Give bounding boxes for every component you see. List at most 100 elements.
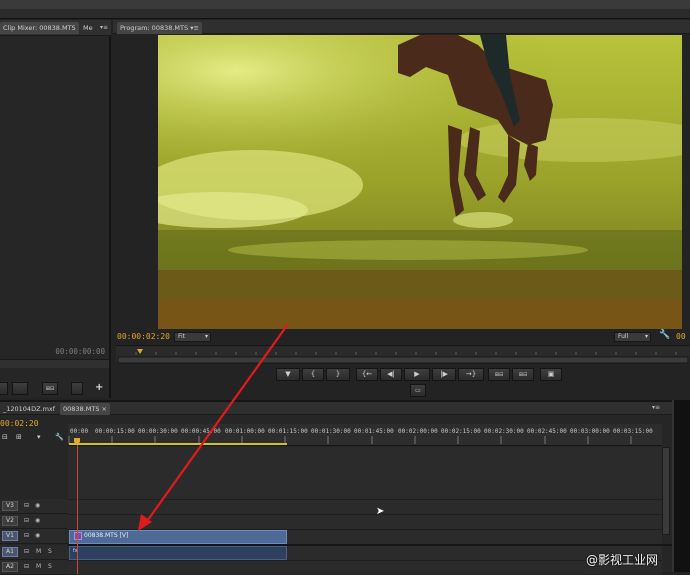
track-a1[interactable]: A1 ⊟ M S	[0, 545, 68, 560]
solo-button[interactable]: S	[48, 548, 52, 555]
ruler-label-2: 00:00:30:00	[138, 428, 178, 435]
ruler-label-12: 00:03:00:00	[570, 428, 610, 435]
watermark: @影视工业网	[586, 551, 658, 568]
timeline-settings-icon[interactable]: 🔧	[55, 433, 64, 441]
track-name-a1[interactable]: A1	[2, 547, 18, 557]
zoom-value: Fit	[178, 333, 186, 340]
sequence-tab-label: 00838.MTS	[63, 405, 100, 413]
mark-in-button[interactable]: {	[302, 368, 324, 381]
source-timecode: 00:00:00:00	[55, 347, 105, 356]
ruler-label-4: 00:01:00:00	[225, 428, 265, 435]
sync-lock-icon[interactable]: ⊟	[24, 532, 29, 539]
tab-metadata[interactable]: Me	[80, 22, 96, 34]
linked-selection-icon[interactable]: ⊞	[16, 433, 22, 441]
ruler-label-10: 00:02:30:00	[484, 428, 524, 435]
panel-menu-icon[interactable]: ▾≡	[100, 24, 108, 31]
mouse-cursor-icon: ➤	[376, 506, 385, 517]
eye-icon[interactable]: ◉	[35, 517, 40, 524]
source-button-3[interactable]: ⊞⊟	[42, 382, 58, 395]
timeline-tools: ⊟ ⊞ ▾ 🔧	[0, 433, 68, 445]
program-current-timecode[interactable]: 00:00:02:20	[117, 332, 170, 341]
ruler-label-3: 00:00:45:00	[181, 428, 221, 435]
ruler-label-1: 00:00:15:00	[95, 428, 135, 435]
resolution-value: Full	[618, 333, 629, 340]
tab-clip-mixer[interactable]: Clip Mixer: 00838.MTS	[0, 22, 79, 34]
track-divider	[68, 560, 662, 561]
timeline-playhead-line[interactable]	[77, 445, 78, 574]
chevron-down-icon: ▾	[644, 333, 648, 340]
clip-label: 00838.MTS [V]	[84, 532, 129, 539]
tab-program[interactable]: Program: 00838.MTS ▾≡	[117, 22, 202, 34]
ruler-label-0: 00:00	[70, 428, 89, 435]
ruler-label-11: 00:02:45:00	[527, 428, 567, 435]
eye-icon[interactable]: ◉	[35, 502, 40, 509]
tab-sequence-2[interactable]: 00838.MTS ×	[60, 403, 110, 415]
track-name-v1[interactable]: V1	[2, 531, 18, 541]
mute-button[interactable]: M	[36, 563, 41, 570]
play-button[interactable]: ▶	[404, 368, 430, 381]
resolution-select[interactable]: Full ▾	[614, 332, 651, 342]
source-button-2[interactable]	[12, 382, 28, 395]
source-button-4[interactable]	[71, 382, 83, 395]
ruler-label-5: 00:01:15:00	[268, 428, 308, 435]
fx-badge	[74, 532, 82, 540]
video-clip[interactable]: 00838.MTS [V]	[69, 530, 287, 544]
program-scrubber[interactable]	[116, 345, 690, 364]
add-button-icon[interactable]: +	[95, 382, 103, 393]
mark-out-button[interactable]: }	[326, 368, 350, 381]
video-frame	[158, 35, 682, 329]
track-v1[interactable]: V1 ⊟ ◉	[0, 529, 68, 544]
track-v3[interactable]: V3 ⊟ ◉	[0, 499, 68, 514]
go-to-in-button[interactable]: {←	[356, 368, 378, 381]
zoom-select[interactable]: Fit ▾	[174, 332, 211, 342]
close-icon[interactable]: ×	[102, 405, 107, 413]
wrench-icon[interactable]: 🔧	[659, 330, 670, 340]
tab-menu-icon[interactable]: ▾≡	[190, 24, 199, 32]
track-name-v2[interactable]: V2	[2, 516, 18, 526]
add-marker-icon[interactable]: ▾	[37, 433, 41, 441]
button-editor-button[interactable]: ▭	[410, 384, 426, 397]
audio-clip[interactable]: fx	[69, 546, 287, 560]
program-header: Program: 00838.MTS ▾≡	[113, 20, 690, 34]
step-back-button[interactable]: ◀|	[380, 368, 402, 381]
timeline-header: _120104DZ.mxf 00838.MTS × ▾≡	[0, 402, 672, 415]
timeline-current-timecode[interactable]: 00:02:20	[0, 419, 39, 428]
sync-lock-icon[interactable]: ⊟	[24, 548, 29, 555]
overwrite-button[interactable]: ⊞⊟	[512, 368, 534, 381]
program-monitor: Program: 00838.MTS ▾≡ 00:00:02:20 Fit ▾ …	[113, 20, 690, 398]
source-panel: Clip Mixer: 00838.MTS Me ▾≡ 00:00:00:00 …	[0, 20, 111, 398]
work-area-bar[interactable]	[69, 443, 287, 445]
program-tab-label: Program: 00838.MTS	[120, 24, 189, 32]
playhead-marker[interactable]	[137, 349, 143, 354]
ruler-label-7: 00:01:45:00	[354, 428, 394, 435]
ruler-label-6: 00:01:30:00	[311, 428, 351, 435]
program-duration: 00	[676, 332, 686, 341]
source-button-1[interactable]	[0, 382, 8, 395]
solo-button[interactable]: S	[48, 563, 52, 570]
top-bar	[0, 0, 690, 19]
watermark-text: @影视工业网	[586, 553, 659, 567]
panel-menu-icon[interactable]: ▾≡	[652, 404, 660, 411]
transport-bar: ▼ { } {← ◀| ▶ |▶ →} ⊞⊟ ⊞⊟ ▣ ▭	[276, 367, 566, 397]
step-forward-button[interactable]: |▶	[432, 368, 456, 381]
source-scrubber[interactable]	[0, 359, 109, 368]
sync-lock-icon[interactable]: ⊟	[24, 517, 29, 524]
right-panel-edge	[672, 400, 690, 572]
track-name-a2[interactable]: A2	[2, 562, 18, 572]
track-name-v3[interactable]: V3	[2, 501, 18, 511]
eye-icon[interactable]: ◉	[35, 532, 40, 539]
track-v2[interactable]: V2 ⊟ ◉	[0, 514, 68, 529]
snap-icon[interactable]: ⊟	[2, 433, 8, 441]
mute-button[interactable]: M	[36, 548, 41, 555]
chevron-down-icon: ▾	[204, 333, 208, 340]
track-a2[interactable]: A2 ⊟ M S	[0, 560, 68, 575]
export-frame-button[interactable]: ▣	[540, 368, 562, 381]
go-to-out-button[interactable]: →}	[458, 368, 484, 381]
tab-sequence-1[interactable]: _120104DZ.mxf	[0, 403, 58, 415]
add-marker-button[interactable]: ▼	[276, 368, 300, 381]
track-divider	[68, 514, 662, 515]
sync-lock-icon[interactable]: ⊟	[24, 502, 29, 509]
insert-button[interactable]: ⊞⊟	[488, 368, 510, 381]
sync-lock-icon[interactable]: ⊟	[24, 563, 29, 570]
vertical-scrollbar[interactable]	[662, 447, 670, 535]
